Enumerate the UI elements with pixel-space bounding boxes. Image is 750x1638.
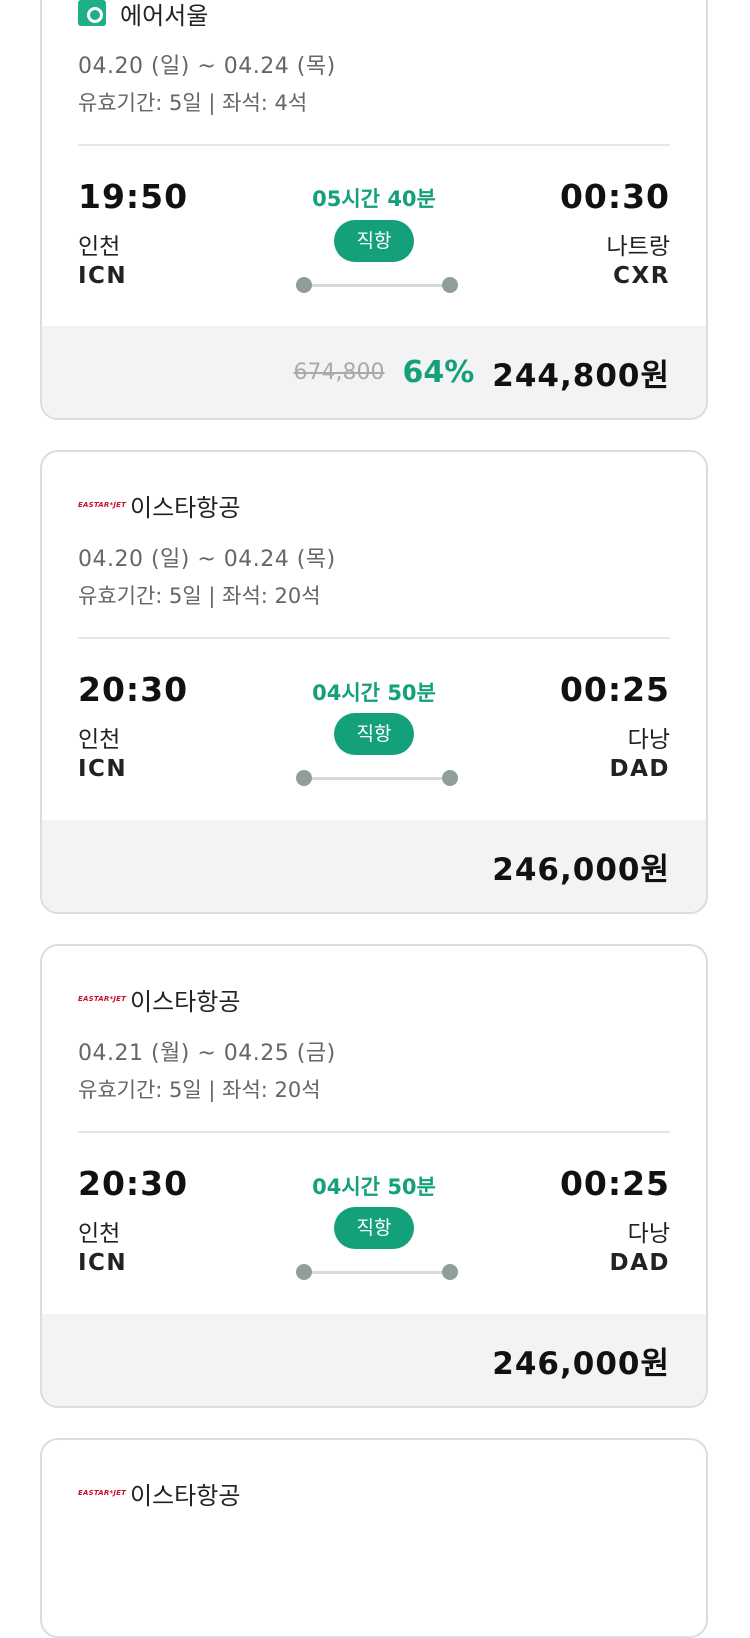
arrival-time: 00:25	[559, 670, 670, 709]
departure-city: 인천	[78, 727, 121, 753]
departure-city: 인천	[78, 234, 121, 260]
divider	[78, 637, 670, 639]
price-section: 246,000원	[42, 820, 706, 912]
direct-badge: 직항	[334, 713, 414, 755]
flight-card[interactable]: EASTAR*JET 이스타항공 04.21 (월) ~ 04.25 (금) 유…	[40, 944, 708, 1408]
airseoul-logo-icon	[78, 0, 106, 26]
travel-dates: 04.20 (일) ~ 04.24 (목)	[78, 547, 336, 572]
arrival-city: 나트랑	[606, 234, 670, 260]
departure-code: ICN	[78, 756, 128, 782]
arrival-code: CXR	[613, 263, 670, 289]
flight-card[interactable]: EASTAR*JET 이스타항공 04.20 (일) ~ 04.24 (목) 유…	[40, 450, 708, 914]
origin-dot-icon	[296, 1264, 312, 1280]
validity-seats: 유효기간: 5일 | 좌석: 4석	[78, 91, 308, 115]
eastarjet-logo-icon: EASTAR*JET	[78, 501, 127, 509]
flight-card[interactable]: EASTAR*JET 이스타항공	[40, 1438, 708, 1638]
price-section: 246,000원	[42, 1314, 706, 1406]
destination-dot-icon	[442, 1264, 458, 1280]
arrival-time: 00:30	[559, 177, 670, 216]
departure-city: 인천	[78, 1221, 121, 1247]
airline-name: 이스타항공	[130, 493, 241, 522]
direct-badge: 직항	[334, 220, 414, 262]
origin-dot-icon	[296, 770, 312, 786]
airline-row: EASTAR*JET 이스타항공	[78, 485, 240, 525]
original-price: 674,800	[293, 359, 385, 385]
validity-seats: 유효기간: 5일 | 좌석: 20석	[78, 584, 321, 608]
arrival-code: DAD	[609, 1250, 670, 1276]
airline-row: EASTAR*JET 이스타항공	[78, 1473, 240, 1513]
final-price: 244,800원	[492, 357, 670, 394]
travel-dates: 04.21 (월) ~ 04.25 (금)	[78, 1041, 336, 1066]
discount-rate: 64%	[402, 354, 475, 390]
airline-row: 에어서울	[78, 0, 208, 33]
route-line	[296, 277, 458, 293]
arrival-city: 다낭	[627, 1221, 670, 1247]
origin-dot-icon	[296, 277, 312, 293]
route-line	[296, 770, 458, 786]
eastarjet-logo-icon: EASTAR*JET	[78, 1489, 127, 1497]
destination-dot-icon	[442, 277, 458, 293]
departure-code: ICN	[78, 1250, 128, 1276]
airline-name: 이스타항공	[130, 987, 241, 1016]
divider	[78, 1131, 670, 1133]
price-section: 674,800 64% 244,800원	[42, 326, 706, 418]
arrival-code: DAD	[609, 756, 670, 782]
divider	[78, 144, 670, 146]
final-price: 246,000원	[492, 851, 670, 888]
final-price: 246,000원	[492, 1345, 670, 1382]
airline-row: EASTAR*JET 이스타항공	[78, 979, 240, 1019]
arrival-time: 00:25	[559, 1164, 670, 1203]
destination-dot-icon	[442, 770, 458, 786]
flight-card[interactable]: 에어서울 04.20 (일) ~ 04.24 (목) 유효기간: 5일 | 좌석…	[40, 0, 708, 420]
arrival-city: 다낭	[627, 727, 670, 753]
direct-badge: 직항	[334, 1207, 414, 1249]
route-line	[296, 1264, 458, 1280]
travel-dates: 04.20 (일) ~ 04.24 (목)	[78, 54, 336, 79]
departure-code: ICN	[78, 263, 128, 289]
validity-seats: 유효기간: 5일 | 좌석: 20석	[78, 1078, 321, 1102]
airline-name: 에어서울	[120, 1, 209, 30]
eastarjet-logo-icon: EASTAR*JET	[78, 995, 127, 1003]
airline-name: 이스타항공	[130, 1481, 241, 1510]
